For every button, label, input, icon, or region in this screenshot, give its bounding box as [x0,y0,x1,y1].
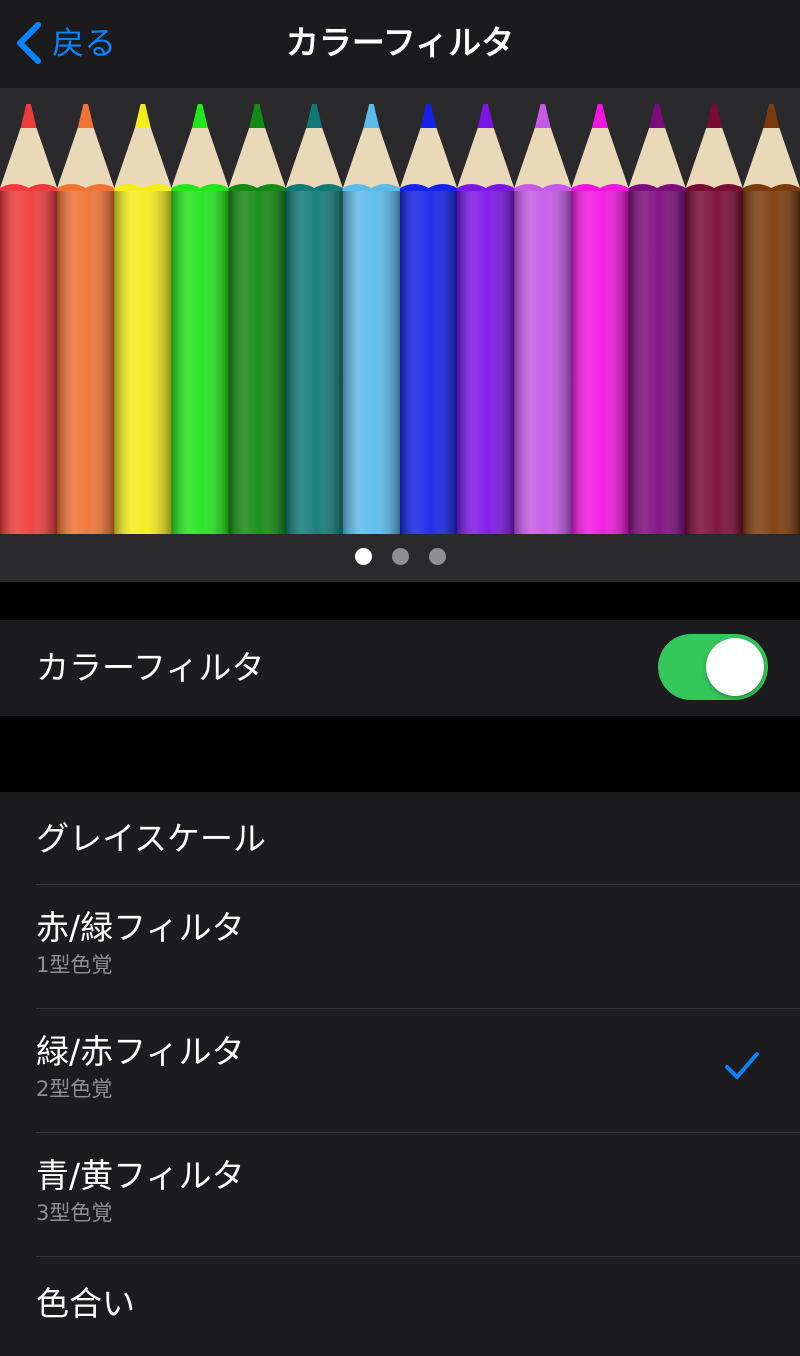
color-filter-toggle-label: カラーフィルタ [36,648,265,687]
pencil [228,104,286,534]
pencil [685,104,743,534]
option-title: 色合い [36,1284,135,1323]
option-title: 青/黄フィルタ [36,1156,245,1195]
color-preview-carousel[interactable] [0,88,800,582]
pencil [171,104,229,534]
option-blue-yellow[interactable]: 青/黄フィルタ 3型色覚 [0,1133,800,1256]
pencil [457,104,515,534]
option-subtitle: 2型色覚 [36,1077,113,1101]
pencil [285,104,343,534]
page-dot-3[interactable] [428,547,446,565]
option-grayscale[interactable]: グレイスケール [0,792,800,884]
option-title: 赤/緑フィルタ [36,908,245,947]
pencil [342,104,400,534]
option-subtitle: 3型色覚 [36,1201,113,1225]
pencil [742,104,800,534]
filter-options-list: グレイスケール 赤/緑フィルタ 1型色覚 緑/赤フィルタ 2型色覚 青/黄フィル… [0,792,800,1356]
option-title: 緑/赤フィルタ [36,1032,245,1071]
checkmark-icon [725,1052,759,1079]
switch-knob [706,638,764,696]
pencil [514,104,572,534]
color-filter-switch[interactable] [658,634,768,700]
pencil [57,104,115,534]
pencil [399,104,458,534]
page-dot-2[interactable] [391,547,409,565]
pencil [571,104,629,534]
page-indicator[interactable] [0,544,800,568]
option-subtitle: 1型色覚 [36,953,113,977]
navigation-bar: 戻る カラーフィルタ [0,0,800,88]
pencil [0,104,58,534]
page-dot-1[interactable] [354,547,372,565]
option-red-green[interactable]: 赤/緑フィルタ 1型色覚 [0,885,800,1008]
pencils-image [0,88,800,534]
pencil [628,104,686,534]
option-color-tint[interactable]: 色合い [0,1257,800,1349]
option-title: グレイスケール [36,819,267,858]
option-green-red[interactable]: 緑/赤フィルタ 2型色覚 [0,1009,800,1132]
pencil [114,104,172,534]
page-title: カラーフィルタ [285,23,515,62]
